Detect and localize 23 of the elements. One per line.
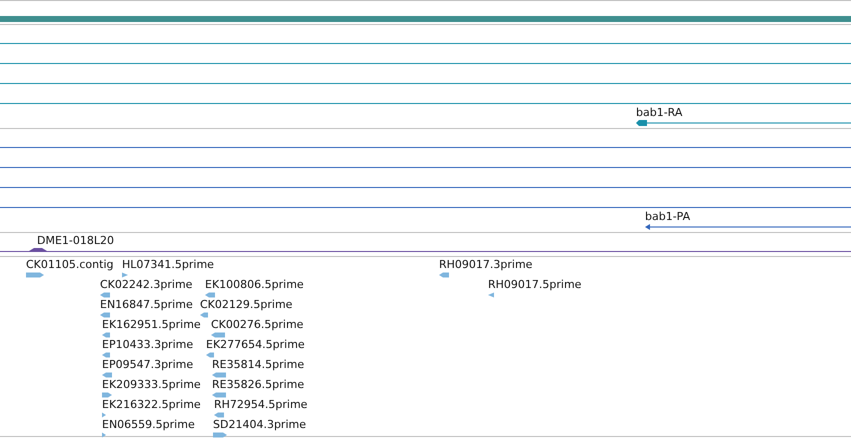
feature-label: EN06559.5prime [102,418,195,431]
feature-label: RH09017.3prime [439,258,532,271]
feature-label: CK02242.3prime [100,278,192,291]
feature-label: bab1-PA [645,210,690,223]
feature-label: RH09017.5prime [488,278,582,291]
feature-label: HL07341.5prime [122,258,214,271]
feature-label: RE35814.5prime [212,358,304,371]
feature-label: EK277654.5prime [206,338,305,351]
feature-label: CK01105.contig [26,258,114,271]
feature-label: RH72954.5prime [214,398,308,411]
feature-label: EN16847.5prime [100,298,193,311]
feature-label: EK209333.5prime [102,378,201,391]
feature-label: EP09547.3prime [102,358,194,371]
feature-label: CK02129.5prime [200,298,292,311]
feature-label: SD21404.3prime [213,418,306,431]
feature-label: EK216322.5prime [102,398,201,411]
feature-label: RE35826.5prime [212,378,304,391]
feature-label: CK00276.5prime [211,318,304,331]
feature-label: DME1-018L20 [37,234,114,247]
feature-label: EK162951.5prime [102,318,201,331]
feature-label: bab1-RA [636,106,682,119]
feature-label: EP10433.3prime [102,338,194,351]
feature-label: EK100806.5prime [205,278,304,291]
